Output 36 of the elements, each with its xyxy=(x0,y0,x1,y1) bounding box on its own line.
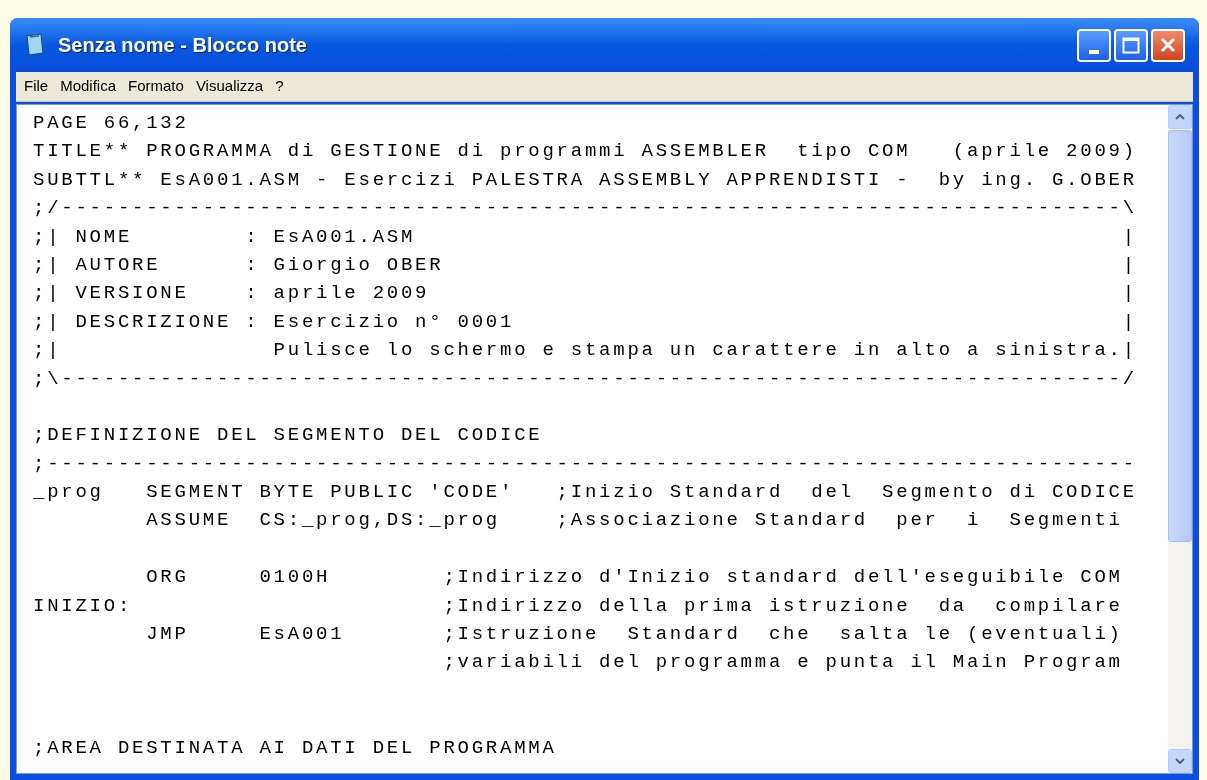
maximize-icon xyxy=(1122,36,1140,54)
close-icon xyxy=(1159,36,1177,54)
notepad-icon xyxy=(24,33,46,57)
code-line: ;DEFINIZIONE DEL SEGMENTO DEL CODICE xyxy=(33,423,543,449)
window-title: Senza nome - Blocco note xyxy=(58,33,307,58)
scrollbar[interactable] xyxy=(1168,105,1192,773)
code-line: INIZIO: ;Indirizzo della prima istruzione da compilare xyxy=(33,593,1123,619)
code-line: ORG 0100H ;Indirizzo d'Inizio standard dell'eseguibile COM xyxy=(145,565,1123,591)
code-line: JMP EsA001 ;Istruzione Standard che salta le (eventuali) xyxy=(145,622,1123,648)
menu-item[interactable]: ? xyxy=(269,75,290,98)
code-line: ;AREA DESTINATA AI DATI DEL PROGRAMMA xyxy=(33,735,557,761)
code-line: _prog SEGMENT BYTE PUBLIC 'CODE' ;Inizio Standard del Segmento di CODICE xyxy=(33,480,1137,506)
code-line: PAGE 66,132 xyxy=(33,111,189,136)
scrollbar-thumb[interactable] xyxy=(1168,130,1192,542)
code-line: ;| NOME : EsA001.ASM | xyxy=(33,224,1137,250)
scroll-down-button[interactable] xyxy=(1168,749,1192,773)
code-line: ;/---------------------------------------------------------------------------\ xyxy=(33,196,1137,222)
code-line: TITLE** PROGRAMMA di GESTIONE di programmi ASSEMBLER tipo COM (aprile 2009) xyxy=(33,139,1137,165)
minimize-button[interactable] xyxy=(1077,28,1111,62)
code-line: ;variabili del programma e punta il Main Program xyxy=(442,650,1123,676)
menu-item[interactable]: Visualizza xyxy=(189,75,270,98)
code-line: ;| VERSIONE : aprile 2009 | xyxy=(33,281,1137,307)
code-line: ASSUME CS:_prog,DS:_prog ;Associazione Standard per i Segmenti xyxy=(145,508,1123,534)
code-line: ;| Pulisce lo schermo e stampa un carattere in alto a sinistra.| xyxy=(33,338,1137,364)
code-line: ;| DESCRIZIONE : Esercizio n° 0001 | xyxy=(33,309,1137,335)
menu-item[interactable]: File xyxy=(18,75,55,98)
code-line: SUBTTL** EsA001.ASM - Esercizi PALESTRA ASSEMBLY APPRENDISTI - by ing. G.OBER xyxy=(33,167,1137,193)
code-line: ;----------------------------------------------------------------------------- xyxy=(33,451,1137,477)
menu-item[interactable]: Formato xyxy=(122,75,190,98)
code-line: ;| AUTORE : Giorgio OBER | xyxy=(33,252,1137,278)
minimize-icon xyxy=(1089,49,1099,54)
maximize-button[interactable] xyxy=(1114,28,1148,62)
scroll-up-button[interactable] xyxy=(1168,105,1192,129)
menu-item[interactable]: Modifica xyxy=(54,75,123,98)
close-button[interactable] xyxy=(1151,28,1185,62)
code-line: ;\---------------------------------------------------------------------------/ xyxy=(33,366,1137,392)
